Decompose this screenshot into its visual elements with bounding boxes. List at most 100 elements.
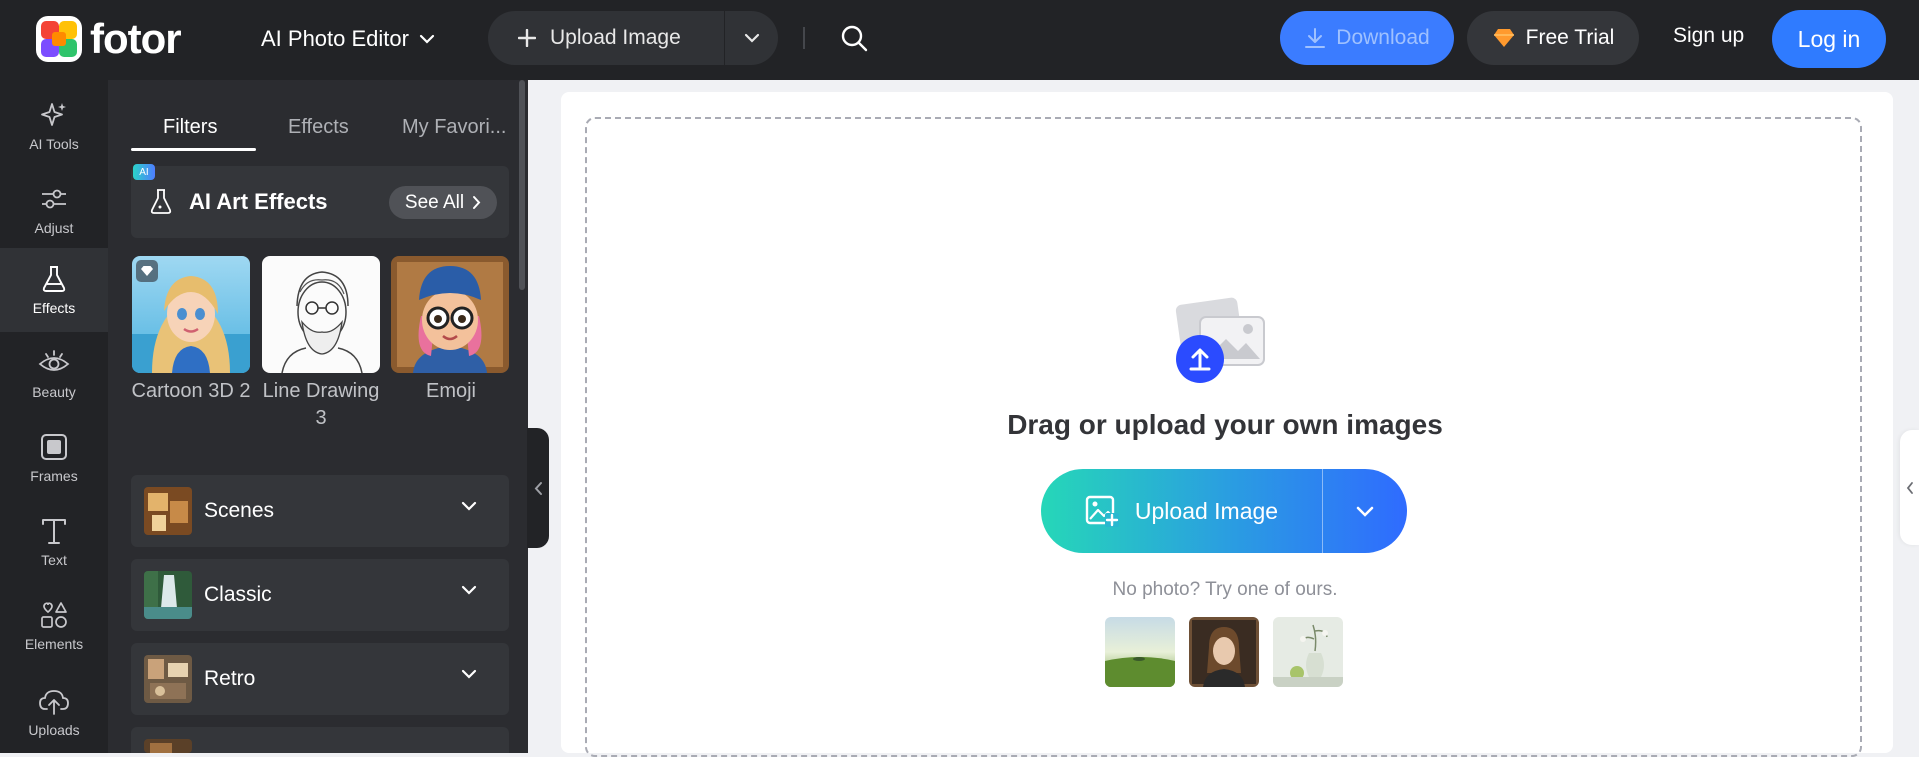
category-thumbnail: [144, 655, 192, 703]
upload-image-button-main: Upload Image: [1041, 469, 1407, 553]
rail-label: Elements: [24, 636, 84, 652]
category-label: Scenes: [204, 499, 275, 522]
download-button[interactable]: Download: [1280, 11, 1454, 65]
rail-item-beauty[interactable]: Beauty: [0, 332, 108, 416]
see-all-label: See All: [404, 191, 465, 213]
fotor-logo[interactable]: fotor: [36, 15, 182, 62]
drop-zone-title: Drag or upload your own images: [1007, 409, 1443, 440]
plus-icon: [518, 29, 536, 47]
category-classic[interactable]: Classic: [131, 559, 509, 631]
upload-image-label: Upload Image: [550, 26, 681, 49]
diamond-icon: [141, 266, 153, 276]
chevron-down-icon: [461, 501, 477, 511]
category-label: Classic: [204, 583, 272, 606]
see-all-button[interactable]: See All: [389, 186, 497, 219]
chevron-down-icon: [461, 669, 477, 679]
editor-mode-label: AI Photo Editor: [261, 26, 409, 51]
category-thumbnail: [144, 571, 192, 619]
upload-image-main-button[interactable]: Upload Image: [1041, 469, 1322, 553]
active-tab-indicator: [131, 148, 256, 151]
sample-image-landscape[interactable]: [1105, 617, 1175, 687]
top-bar: fotor AI Photo Editor Upload Image Downl…: [0, 0, 1919, 80]
tab-effects[interactable]: Effects: [288, 116, 349, 139]
category-thumbnail: [144, 487, 192, 535]
log-in-button[interactable]: Log in: [1772, 10, 1886, 68]
ai-art-effects-title: AI Art Effects: [189, 189, 328, 214]
tab-my-favorites[interactable]: My Favori...: [402, 116, 506, 139]
chevron-down-icon: [419, 34, 435, 44]
effect-thumbnail-cartoon-3d-2[interactable]: [132, 256, 250, 373]
expand-right-panel-button[interactable]: [1900, 430, 1919, 545]
category-label: Retro: [204, 667, 256, 690]
rail-item-adjust[interactable]: Adjust: [0, 168, 108, 252]
rail-label: AI Tools: [29, 136, 79, 152]
rail-item-frames[interactable]: Frames: [0, 416, 108, 500]
effect-label: Line Drawing 3: [262, 380, 380, 429]
chevron-down-icon: [1356, 506, 1374, 517]
rail-item-uploads[interactable]: Uploads: [0, 670, 108, 754]
premium-badge: [136, 260, 158, 282]
upload-image-label: Upload Image: [1134, 497, 1279, 524]
rail-item-elements[interactable]: Elements: [0, 584, 108, 668]
logo-text: fotor: [90, 15, 182, 62]
category-thumbnail: [144, 739, 192, 753]
effect-thumbnail-line-drawing-3[interactable]: [262, 256, 380, 373]
flask-icon: [150, 189, 172, 214]
rail-label: Beauty: [32, 384, 76, 400]
download-icon: [1305, 28, 1326, 48]
tab-filters[interactable]: Filters: [163, 116, 217, 139]
sample-image-still-life[interactable]: [1273, 617, 1343, 687]
diamond-icon: [1493, 29, 1514, 47]
effect-label: Emoji: [425, 380, 476, 402]
panel-tabs: Filters Effects My Favori...: [131, 104, 511, 154]
rail-item-effects[interactable]: Effects: [0, 248, 108, 332]
sign-up-link[interactable]: Sign up: [1673, 24, 1744, 48]
upload-options-dropdown[interactable]: [725, 11, 778, 65]
text-icon: [42, 519, 66, 544]
category-scenes[interactable]: Scenes: [131, 475, 509, 547]
collapse-panel-button[interactable]: [527, 428, 549, 548]
shapes-icon: [41, 602, 67, 628]
flask-icon: [42, 266, 66, 292]
ai-art-effects-card: AI AI Art Effects See All: [131, 164, 509, 238]
chevron-left-icon: [534, 481, 542, 495]
sample-image-portrait[interactable]: [1189, 617, 1259, 687]
rail-label: Uploads: [28, 722, 80, 738]
effect-thumbnail-emoji[interactable]: [391, 256, 509, 373]
sliders-icon: [42, 189, 66, 209]
chevron-left-icon: [1906, 481, 1913, 494]
category-partial[interactable]: [131, 727, 509, 753]
category-retro[interactable]: Retro: [131, 643, 509, 715]
rail-item-ai-tools[interactable]: AI Tools: [0, 84, 108, 168]
left-tool-rail: AI Tools Adjust Effects Beauty Frames Te…: [0, 80, 108, 753]
sample-prompt-text: No photo? Try one of ours.: [1112, 579, 1338, 600]
chevron-down-icon: [744, 33, 759, 43]
upload-image-main[interactable]: Upload Image: [488, 11, 724, 65]
search-button[interactable]: [836, 20, 872, 56]
eye-icon: [38, 350, 70, 371]
frame-icon: [41, 434, 67, 460]
cloud-upload-icon: [39, 690, 69, 715]
panel-scrollbar[interactable]: [519, 80, 525, 290]
add-image-icon: [1085, 495, 1119, 527]
upload-options-dropdown[interactable]: [1323, 469, 1407, 553]
rail-label: Text: [41, 552, 67, 568]
chevron-right-icon: [473, 196, 481, 209]
free-trial-button[interactable]: Free Trial: [1467, 11, 1639, 65]
rail-label: Adjust: [34, 220, 74, 236]
download-label: Download: [1336, 26, 1430, 49]
divider: [803, 27, 805, 49]
upload-image-button-top: Upload Image: [488, 11, 778, 65]
search-icon: [841, 25, 868, 52]
ai-badge: AI: [133, 164, 155, 180]
free-trial-label: Free Trial: [1525, 26, 1615, 49]
effect-label: Cartoon 3D 2: [131, 380, 251, 402]
rail-item-text[interactable]: Text: [0, 500, 108, 584]
upload-illustration: [1172, 295, 1272, 385]
sparkle-icon: [41, 103, 66, 126]
editor-mode-dropdown[interactable]: AI Photo Editor: [261, 24, 435, 54]
chevron-down-icon: [461, 585, 477, 595]
fotor-logo-mark: [36, 16, 82, 62]
rail-label: Frames: [30, 468, 78, 484]
rail-label: Effects: [32, 300, 76, 316]
